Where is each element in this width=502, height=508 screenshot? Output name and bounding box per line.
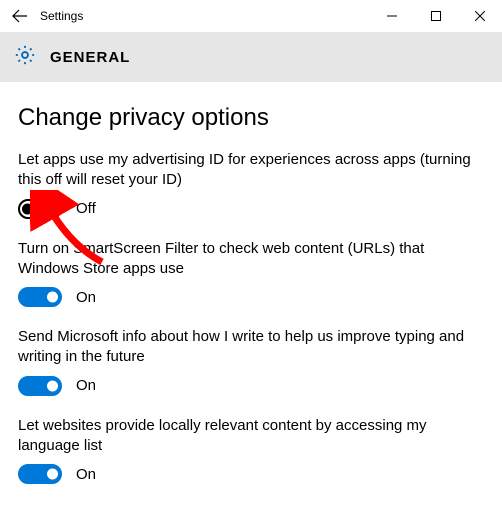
toggle-state-label: Off bbox=[76, 200, 96, 217]
maximize-icon bbox=[431, 11, 441, 21]
toggle-state-label: On bbox=[76, 289, 96, 306]
content-area: Change privacy options Let apps use my a… bbox=[0, 82, 502, 484]
option-description: Let apps use my advertising ID for exper… bbox=[18, 150, 484, 191]
close-button[interactable] bbox=[458, 0, 502, 32]
toggle-state-label: On bbox=[76, 377, 96, 394]
page-title: Change privacy options bbox=[18, 104, 484, 132]
option-description: Let websites provide locally relevant co… bbox=[18, 416, 484, 457]
option-advertising-id: Let apps use my advertising ID for exper… bbox=[18, 150, 484, 219]
toggle-typing-info[interactable] bbox=[18, 376, 62, 396]
gear-icon bbox=[14, 44, 36, 70]
option-smartscreen: Turn on SmartScreen Filter to check web … bbox=[18, 239, 484, 308]
header-band: GENERAL bbox=[0, 32, 502, 82]
option-description: Turn on SmartScreen Filter to check web … bbox=[18, 239, 484, 280]
option-language-list: Let websites provide locally relevant co… bbox=[18, 416, 484, 485]
toggle-state-label: On bbox=[76, 466, 96, 483]
minimize-button[interactable] bbox=[370, 0, 414, 32]
option-typing-info: Send Microsoft info about how I write to… bbox=[18, 327, 484, 396]
maximize-button[interactable] bbox=[414, 0, 458, 32]
header-label: GENERAL bbox=[50, 49, 130, 66]
toggle-advertising-id[interactable] bbox=[18, 199, 62, 219]
window-title: Settings bbox=[40, 9, 83, 23]
titlebar: Settings bbox=[0, 0, 502, 32]
close-icon bbox=[475, 11, 485, 21]
option-description: Send Microsoft info about how I write to… bbox=[18, 327, 484, 368]
back-arrow-icon bbox=[12, 8, 28, 24]
toggle-language-list[interactable] bbox=[18, 464, 62, 484]
minimize-icon bbox=[387, 11, 397, 21]
window-controls bbox=[370, 0, 502, 32]
back-button[interactable] bbox=[0, 0, 40, 32]
toggle-smartscreen[interactable] bbox=[18, 287, 62, 307]
